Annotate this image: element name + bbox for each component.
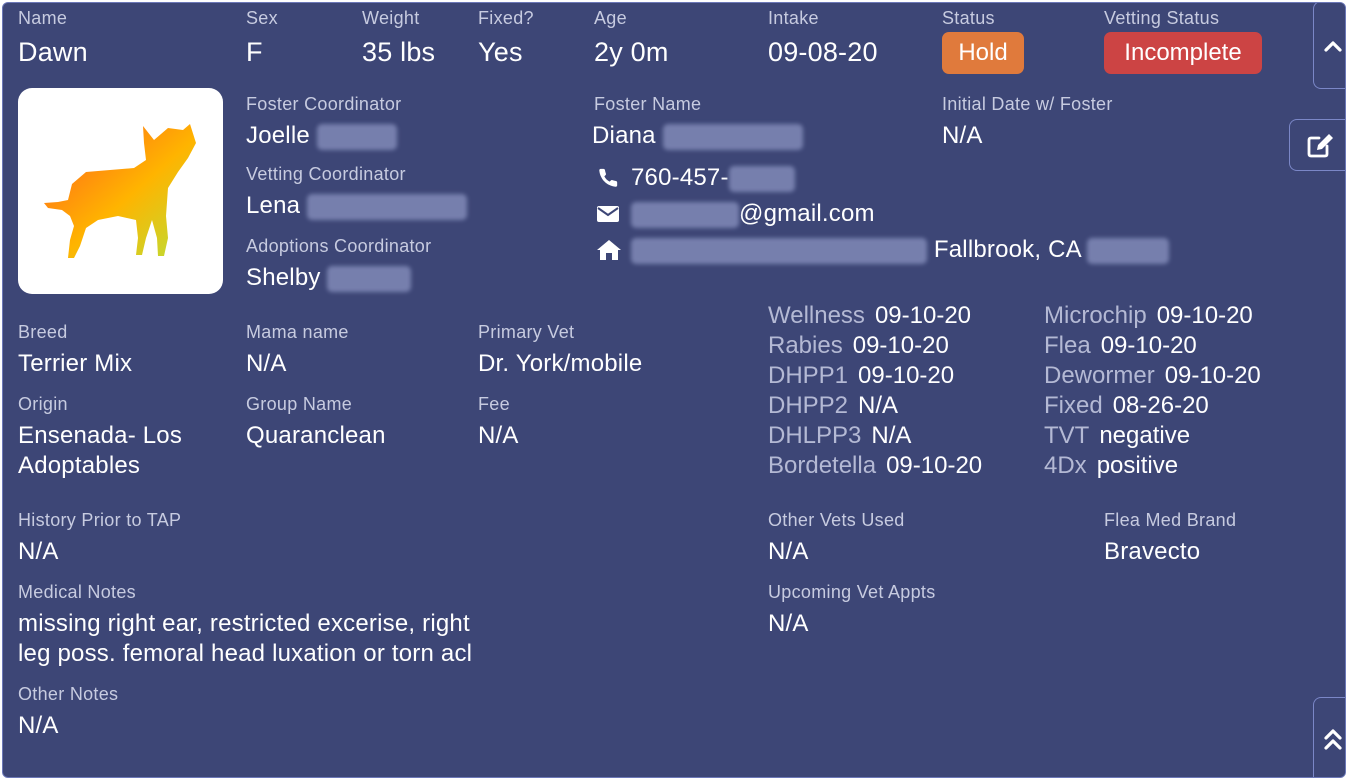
medical-notes-label: Medical Notes (18, 582, 136, 602)
upcoming-appts-value: N/A (768, 610, 809, 637)
vetting-status-label: Vetting Status (1104, 8, 1220, 28)
weight-value: 35 lbs (362, 37, 436, 67)
group-name-label: Group Name (246, 394, 353, 414)
home-icon (597, 240, 621, 260)
vetting-status-badge[interactable]: Incomplete (1104, 32, 1262, 74)
vaccine-row: DHLPP3 N/A (768, 422, 912, 449)
status-label: Status (942, 8, 995, 28)
collapse-button[interactable] (1313, 3, 1345, 89)
foster-name-label: Foster Name (594, 94, 702, 114)
status-badge[interactable]: Hold (942, 32, 1024, 74)
animal-name: Dawn (18, 37, 88, 67)
edit-icon (1307, 134, 1333, 158)
fee-label: Fee (478, 394, 510, 414)
chevron-up-icon (1324, 41, 1342, 52)
medical-notes-line1: missing right ear, restricted excerise, … (18, 610, 470, 637)
foster-address: Fallbrook, CA (631, 236, 1170, 264)
vaccine-row: Wellness 09-10-20 (768, 302, 972, 329)
foster-name-value: Diana (592, 122, 803, 150)
name-label: Name (18, 8, 68, 28)
other-notes-label: Other Notes (18, 684, 119, 704)
phone-icon (599, 168, 618, 187)
foster-phone[interactable]: 760-457- (631, 164, 795, 192)
vetting-coordinator-label: Vetting Coordinator (246, 164, 406, 184)
sex-value: F (246, 37, 263, 67)
vaccine-row: Microchip 09-10-20 (1044, 302, 1253, 329)
breed-value: Terrier Mix (18, 350, 133, 377)
vaccine-row: DHPP2 N/A (768, 392, 899, 419)
mama-name-label: Mama name (246, 322, 349, 342)
origin-value-line1: Ensenada- Los (18, 422, 183, 449)
envelope-icon (597, 206, 619, 222)
age-label: Age (594, 8, 627, 28)
intake-label: Intake (768, 8, 819, 28)
fee-value: N/A (478, 422, 519, 449)
vaccine-row: TVT negative (1044, 422, 1191, 449)
dog-photo (44, 124, 196, 258)
adoptions-coordinator-value: Shelby (246, 264, 412, 292)
vaccine-row: 4Dx positive (1044, 452, 1179, 479)
vaccine-row: DHPP1 09-10-20 (768, 362, 955, 389)
initial-date-label: Initial Date w/ Foster (942, 94, 1113, 114)
flea-brand-label: Flea Med Brand (1104, 510, 1237, 530)
fixed-label: Fixed? (478, 8, 534, 28)
sex-label: Sex (246, 8, 278, 28)
intake-value: 09-08-20 (768, 37, 878, 67)
flea-brand-value: Bravecto (1104, 538, 1201, 565)
foster-coordinator-label: Foster Coordinator (246, 94, 402, 114)
breed-label: Breed (18, 322, 68, 342)
foster-email[interactable]: @gmail.com (631, 200, 875, 228)
other-notes-value: N/A (18, 712, 59, 739)
fixed-value: Yes (478, 37, 523, 67)
edit-button[interactable] (1289, 119, 1345, 171)
vaccine-row: Flea 09-10-20 (1044, 332, 1197, 359)
foster-coordinator-value: Joelle (246, 122, 397, 150)
primary-vet-label: Primary Vet (478, 322, 575, 342)
vaccine-row: Bordetella 09-10-20 (768, 452, 983, 479)
scroll-top-button[interactable] (1313, 697, 1345, 777)
mama-name-value: N/A (246, 350, 287, 377)
vaccine-row: Fixed 08-26-20 (1044, 392, 1209, 419)
animal-photo (18, 88, 223, 294)
history-label: History Prior to TAP (18, 510, 182, 530)
history-value: N/A (18, 538, 59, 565)
weight-label: Weight (362, 8, 420, 28)
origin-value-line2: Adoptables (18, 452, 141, 479)
double-chevron-up-icon (1324, 729, 1342, 750)
group-name-value: Quaranclean (246, 422, 386, 449)
initial-date-value: N/A (942, 122, 983, 149)
primary-vet-value: Dr. York/mobile (478, 350, 643, 377)
medical-notes-line2: leg poss. femoral head luxation or torn … (18, 640, 473, 667)
age-value: 2y 0m (594, 37, 669, 67)
vetting-coordinator-value: Lena (246, 192, 468, 220)
animal-card: Name Dawn Sex F Weight 35 lbs Fixed? Yes… (2, 2, 1346, 778)
vaccine-row: Rabies 09-10-20 (768, 332, 949, 359)
adoptions-coordinator-label: Adoptions Coordinator (246, 236, 432, 256)
origin-label: Origin (18, 394, 68, 414)
upcoming-appts-label: Upcoming Vet Appts (768, 582, 936, 602)
other-vets-label: Other Vets Used (768, 510, 905, 530)
vaccine-row: Dewormer 09-10-20 (1044, 362, 1261, 389)
other-vets-value: N/A (768, 538, 809, 565)
